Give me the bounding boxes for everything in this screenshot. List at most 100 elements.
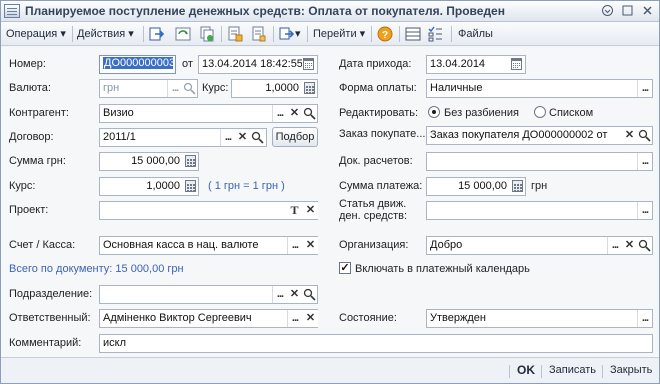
payment-form-value: Наличные — [430, 82, 483, 94]
actions-menu[interactable]: Действия ▾ — [77, 26, 134, 42]
clear-icon[interactable]: ✕ — [622, 237, 637, 254]
calendar-icon[interactable] — [303, 58, 314, 70]
organization-field[interactable]: Добро ... ✕ — [426, 236, 653, 255]
search-icon[interactable] — [303, 288, 316, 301]
window-menu-icon[interactable] — [599, 4, 616, 18]
refresh-icon[interactable] — [175, 26, 191, 42]
search-icon[interactable] — [303, 107, 316, 120]
search-icon[interactable] — [638, 239, 651, 252]
settlement-doc-field[interactable]: ... — [426, 152, 653, 171]
state-field[interactable]: Утвержден ... — [426, 309, 653, 328]
minimize-button[interactable] — [619, 4, 636, 18]
select-icon[interactable]: ... — [287, 310, 302, 327]
calendar-icon[interactable] — [511, 58, 522, 70]
select-icon[interactable]: ... — [272, 286, 287, 303]
calculator-icon[interactable] — [185, 155, 196, 167]
subordinate-docs-icon[interactable] — [427, 26, 443, 42]
clear-icon[interactable]: ✕ — [235, 129, 250, 146]
date-field[interactable]: 13.04.2014 18:42:55 — [198, 55, 318, 74]
order-field[interactable]: Заказ покупателя ДО000000002 от 0 ✕ — [426, 126, 653, 145]
sum-uah-field[interactable]: 15 000,00 — [99, 152, 199, 171]
files-button[interactable]: Файлы — [458, 26, 493, 42]
select-icon[interactable]: ... — [637, 80, 652, 97]
calculator-icon[interactable] — [304, 82, 315, 94]
clear-icon[interactable]: ✕ — [287, 105, 302, 122]
document-window: Планируемое поступление денежных средств… — [0, 0, 660, 384]
operation-menu[interactable]: Операция ▾ — [6, 26, 66, 42]
select-icon[interactable]: ... — [637, 202, 652, 219]
toolbar-divider — [371, 26, 372, 42]
clear-icon[interactable]: ✕ — [622, 127, 637, 144]
rate2-field[interactable]: 1,0000 — [99, 177, 199, 196]
document-movements-icon[interactable] — [227, 26, 243, 42]
payment-calendar-checkbox[interactable]: ✓ — [339, 262, 351, 274]
select-icon[interactable]: ... — [637, 310, 652, 327]
arrival-date-field[interactable]: 13.04.2014 — [426, 55, 526, 74]
close-button[interactable]: Закрыть — [610, 364, 652, 376]
cashflow-label-line1: Статья движ. — [339, 198, 407, 210]
structure-icon[interactable] — [405, 26, 421, 42]
payment-form-label: Форма оплаты: — [339, 82, 417, 94]
go-menu[interactable]: Перейти ▾ — [313, 26, 365, 42]
select-button[interactable]: Подбор — [272, 127, 318, 147]
footer-divider — [509, 365, 510, 378]
based-on-icon[interactable] — [279, 26, 295, 42]
counterparty-label: Контрагент: — [9, 107, 69, 119]
clear-icon[interactable]: ✕ — [303, 310, 318, 327]
help-icon[interactable]: ? — [377, 26, 393, 42]
department-field[interactable]: ... ✕ — [99, 285, 318, 304]
toolbar-divider — [221, 26, 222, 42]
calculator-icon[interactable] — [185, 180, 196, 192]
select-icon[interactable]: ... — [272, 105, 287, 122]
copy-document-icon[interactable] — [199, 26, 215, 42]
sum-uah-label: Сумма грн: — [9, 155, 66, 167]
operation-menu-label: Операция — [6, 28, 58, 40]
chevron-down-icon[interactable]: ▾ — [295, 26, 301, 42]
clear-icon[interactable]: ✕ — [287, 286, 302, 303]
project-field[interactable]: T ✕ — [99, 201, 318, 220]
select-icon[interactable]: ... — [220, 129, 235, 146]
responsible-label: Ответственный: — [9, 312, 91, 324]
search-icon[interactable] — [638, 129, 651, 142]
clear-icon[interactable]: ✕ — [303, 202, 318, 219]
footer-divider — [541, 365, 542, 378]
rate-field[interactable]: 1,0000 — [231, 79, 318, 98]
post-close-icon[interactable] — [149, 26, 165, 42]
counterparty-field[interactable]: Визио ... ✕ — [99, 104, 318, 123]
no-split-radio[interactable] — [428, 106, 440, 118]
contract-field[interactable]: 2011/1 ... ✕ — [99, 128, 267, 147]
responsible-field[interactable]: Адміненко Виктор Сергеевич ... ✕ — [99, 309, 318, 328]
comment-field[interactable]: искл — [99, 334, 653, 353]
select-icon[interactable]: ... — [287, 237, 302, 254]
total-text: Всего по документу: 15 000,00 грн — [9, 263, 184, 275]
list-radio-label: Списком — [549, 107, 594, 119]
payment-sum-currency: грн — [531, 180, 548, 192]
save-button[interactable]: Записать — [549, 364, 596, 376]
settlement-doc-label: Док. расчетов: — [339, 155, 413, 167]
select-icon[interactable]: ... — [637, 153, 652, 170]
ok-button[interactable]: OK — [517, 363, 535, 377]
close-window-button[interactable] — [639, 4, 656, 18]
payment-sum-field[interactable]: 15 000,00 — [426, 177, 526, 196]
number-field[interactable]: ДО000000003 — [99, 55, 176, 74]
payment-sum-label: Сумма платежа: — [339, 180, 423, 192]
print-document-icon[interactable] — [251, 26, 267, 42]
calculator-icon[interactable] — [512, 180, 523, 192]
search-icon[interactable] — [183, 82, 196, 95]
clear-icon[interactable]: ✕ — [303, 237, 318, 254]
payment-form-field[interactable]: Наличные ... — [426, 79, 653, 98]
cashflow-field[interactable]: ... — [426, 201, 653, 220]
type-select-icon[interactable]: T — [288, 203, 301, 218]
cashflow-label: Статья движ. ден. средств: — [339, 198, 407, 222]
select-icon[interactable]: ... — [607, 237, 622, 254]
currency-field[interactable]: грн ... — [99, 79, 198, 98]
document-icon — [4, 4, 20, 18]
account-field[interactable]: Основная касса в нац. валюте ... ✕ — [99, 236, 318, 255]
chevron-down-icon: ▾ — [60, 28, 66, 40]
state-value: Утвержден — [430, 312, 486, 324]
select-icon[interactable]: ... — [167, 80, 182, 97]
list-radio[interactable] — [534, 106, 546, 118]
rate2-value: 1,0000 — [146, 180, 180, 192]
currency-value: грн — [103, 82, 120, 94]
search-icon[interactable] — [251, 131, 264, 144]
